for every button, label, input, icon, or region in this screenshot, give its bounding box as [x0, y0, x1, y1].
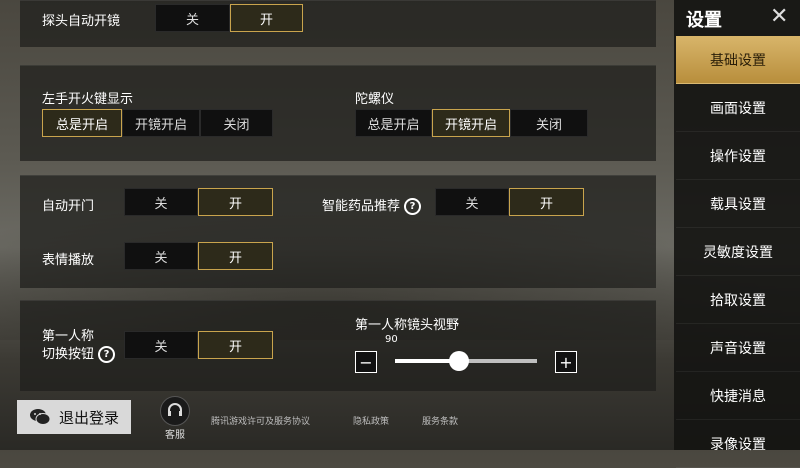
camera-auto-scope-off[interactable]: 关: [155, 4, 230, 32]
smart-medicine-off[interactable]: 关: [435, 188, 509, 216]
sidebar-item-replay[interactable]: 录像设置: [676, 420, 800, 468]
wechat-icon: [29, 408, 51, 426]
gyro-off[interactable]: 关闭: [510, 109, 588, 137]
fpp-switch-label: 第一人称 切换按钮?: [42, 328, 116, 364]
fov-value: 90: [385, 334, 398, 345]
left-fire-off[interactable]: 关闭: [200, 109, 273, 137]
fov-label: 第一人称镜头视野: [355, 318, 460, 333]
fov-slider[interactable]: [395, 351, 537, 371]
terms-link[interactable]: 服务条款: [422, 414, 458, 427]
camera-auto-scope-label: 探头自动开镜: [42, 14, 121, 29]
gyro-label: 陀螺仪: [355, 92, 395, 107]
sidebar-item-pickup[interactable]: 拾取设置: [676, 276, 800, 324]
smart-medicine-toggle: 关 开: [435, 188, 584, 216]
emote-on[interactable]: 开: [198, 242, 273, 270]
gyro-toggle: 总是开启 开镜开启 关闭: [355, 109, 588, 137]
settings-title: 设置: [686, 10, 722, 31]
auto-door-on[interactable]: 开: [198, 188, 273, 216]
left-fire-toggle: 总是开启 开镜开启 关闭: [42, 109, 273, 137]
fov-plus-button[interactable]: +: [555, 351, 577, 373]
sidebar-item-controls[interactable]: 操作设置: [676, 132, 800, 180]
emote-off[interactable]: 关: [124, 242, 198, 270]
fov-slider-thumb[interactable]: [448, 351, 469, 371]
left-fire-always[interactable]: 总是开启: [42, 109, 122, 137]
gyro-always[interactable]: 总是开启: [355, 109, 432, 137]
logout-button[interactable]: 退出登录: [17, 400, 131, 434]
camera-auto-scope-toggle: 关 开: [155, 4, 303, 32]
help-icon[interactable]: ?: [98, 346, 116, 363]
sidebar-item-quick-msg[interactable]: 快捷消息: [676, 372, 800, 420]
auto-door-off[interactable]: 关: [124, 188, 198, 216]
fpp-switch-off[interactable]: 关: [124, 331, 198, 359]
gyro-scoped[interactable]: 开镜开启: [432, 109, 510, 137]
emote-toggle: 关 开: [124, 242, 273, 270]
emote-label: 表情播放: [42, 253, 95, 268]
privacy-link[interactable]: 隐私政策: [353, 414, 389, 427]
left-fire-label: 左手开火键显示: [42, 92, 134, 107]
help-icon[interactable]: ?: [404, 198, 422, 215]
headset-icon: [160, 396, 190, 426]
fpp-switch-on[interactable]: 开: [198, 331, 273, 359]
sidebar-item-sensitivity[interactable]: 灵敏度设置: [676, 228, 800, 276]
license-link[interactable]: 腾讯游戏许可及服务协议: [211, 414, 310, 427]
smart-medicine-label: 智能药品推荐?: [322, 195, 422, 215]
sidebar-item-graphics[interactable]: 画面设置: [676, 84, 800, 132]
left-fire-scoped[interactable]: 开镜开启: [122, 109, 200, 137]
smart-medicine-on[interactable]: 开: [509, 188, 584, 216]
close-icon[interactable]: ✕: [770, 4, 788, 29]
camera-auto-scope-on[interactable]: 开: [230, 4, 303, 32]
fpp-switch-toggle: 关 开: [124, 331, 273, 359]
panel-fpp: [20, 300, 656, 391]
fov-minus-button[interactable]: −: [355, 351, 377, 373]
sidebar-item-basic[interactable]: 基础设置: [676, 36, 800, 84]
customer-service-button[interactable]: 客服: [158, 396, 192, 441]
auto-door-label: 自动开门: [42, 199, 95, 214]
sidebar-item-vehicle[interactable]: 载具设置: [676, 180, 800, 228]
sidebar-item-audio[interactable]: 声音设置: [676, 324, 800, 372]
auto-door-toggle: 关 开: [124, 188, 273, 216]
